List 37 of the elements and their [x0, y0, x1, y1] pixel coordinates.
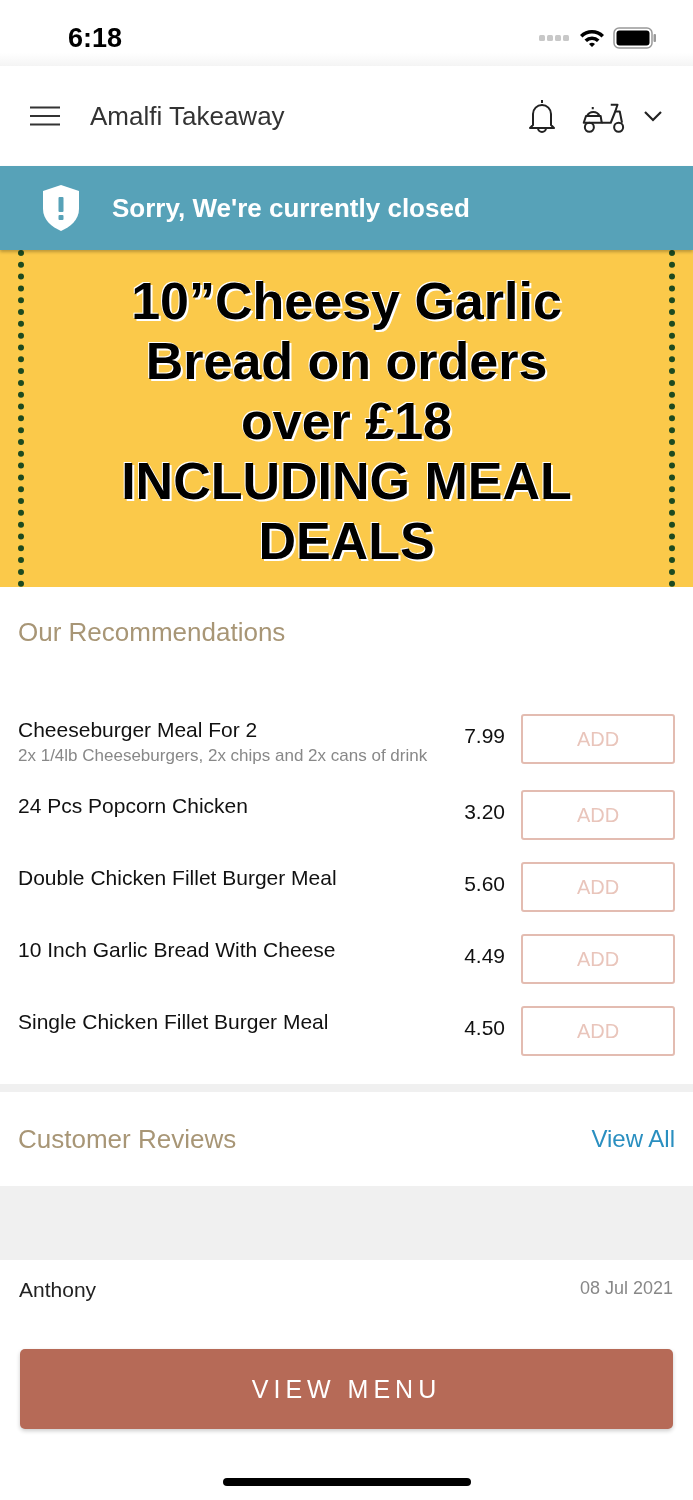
item-price: 3.20	[464, 800, 505, 824]
menu-icon[interactable]	[30, 106, 60, 126]
battery-icon	[613, 27, 657, 49]
item-name: Double Chicken Fillet Burger Meal	[18, 866, 338, 890]
promo-text: Bread on orders	[145, 331, 548, 391]
section-title: Our Recommendations	[18, 617, 287, 648]
promo-text: DEALS	[258, 511, 435, 571]
add-button[interactable]: ADD	[521, 862, 675, 912]
review-date: 08 Jul 2021	[579, 1278, 673, 1300]
review-author: Anthony	[19, 1278, 97, 1302]
item-price: 4.49	[464, 944, 505, 968]
item-price: 4.50	[464, 1016, 505, 1040]
bell-icon[interactable]	[527, 98, 557, 134]
add-button[interactable]: ADD	[521, 934, 675, 984]
promo-text: 10”Cheesy Garlic	[131, 271, 562, 331]
promo-text: INCLUDING MEAL	[121, 451, 572, 511]
shield-alert-icon	[42, 184, 80, 232]
add-button[interactable]: ADD	[521, 714, 675, 764]
promo-text: over £18	[240, 391, 452, 451]
add-button[interactable]: ADD	[521, 1006, 675, 1056]
add-button[interactable]: ADD	[521, 790, 675, 840]
signal-icon	[539, 34, 571, 42]
item-description: 2x 1/4lb Cheeseburgers, 2x chips and 2x cans of drink	[18, 745, 429, 767]
view-all-link[interactable]: View All	[591, 1125, 675, 1153]
item-name: Single Chicken Fillet Burger Meal	[18, 1010, 330, 1034]
item-name: 24 Pcs Popcorn Chicken	[18, 794, 249, 818]
view-menu-button[interactable]: VIEW MENU	[20, 1349, 673, 1429]
section-title: Customer Reviews	[18, 1123, 237, 1155]
chevron-down-icon[interactable]	[643, 110, 663, 122]
closed-message: Sorry, We're currently closed	[112, 192, 470, 224]
item-name: Cheeseburger Meal For 2	[18, 718, 259, 742]
app-title: Amalfi Takeaway	[90, 100, 286, 132]
item-name: 10 Inch Garlic Bread With Cheese	[18, 938, 337, 962]
item-price: 7.99	[464, 724, 505, 748]
item-price: 5.60	[464, 872, 505, 896]
wifi-icon	[579, 28, 605, 48]
status-time: 6:18	[68, 22, 123, 54]
